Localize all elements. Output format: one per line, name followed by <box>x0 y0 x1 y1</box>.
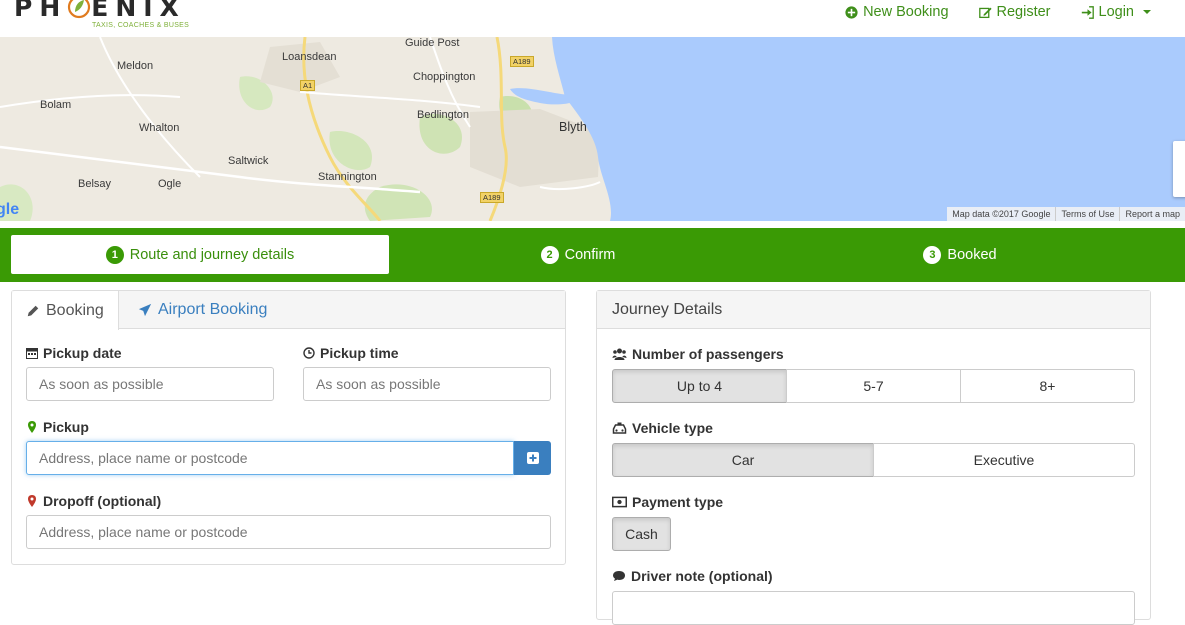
journey-details-heading: Journey Details <box>597 291 1150 329</box>
map[interactable]: Guide Post Meldon Loansdean Choppington … <box>0 37 1185 221</box>
map-marker-icon <box>28 495 36 507</box>
brand-name-post: ENIX <box>91 0 186 22</box>
taxi-icon <box>612 422 627 434</box>
pickup-input[interactable] <box>26 441 514 475</box>
road-shield: A189 <box>480 192 504 203</box>
edit-icon <box>978 7 992 18</box>
booking-tabs: Booking Airport Booking <box>12 291 565 330</box>
pencil-icon <box>27 305 39 316</box>
map-place-label: Loansdean <box>282 51 337 63</box>
map-attribution: Map data ©2017 Google <box>952 209 1051 219</box>
zoom-control[interactable] <box>1173 141 1185 197</box>
map-place-label: Bolam <box>40 99 72 111</box>
plane-icon <box>138 303 152 317</box>
sign-in-icon <box>1081 5 1094 19</box>
step-route[interactable]: 1 Route and journey details <box>11 235 389 274</box>
tab-booking-label: Booking <box>46 301 104 319</box>
step-number: 1 <box>105 245 124 264</box>
users-icon <box>612 348 627 360</box>
map-place-label: Whalton <box>139 122 180 134</box>
pickup-time-input[interactable] <box>303 367 551 401</box>
plus-square-icon <box>526 452 539 464</box>
step-confirm[interactable]: 2 Confirm <box>389 235 767 274</box>
map-place-label: Ogle <box>158 178 182 190</box>
register-label: Register <box>996 4 1051 20</box>
driver-note-label: Driver note (optional) <box>612 568 773 584</box>
leaf-logo-icon <box>68 0 91 19</box>
step-label: Confirm <box>564 246 616 263</box>
passengers-5-7-button[interactable]: 5-7 <box>786 369 961 403</box>
pickup-date-label: Pickup date <box>26 345 122 361</box>
map-place-label: Bedlington <box>417 109 469 121</box>
plus-circle-icon <box>845 5 858 19</box>
passengers-8-plus-button[interactable]: 8+ <box>960 369 1135 403</box>
map-place-label: Stannington <box>318 171 377 183</box>
map-place-label: Blyth <box>559 120 587 134</box>
new-booking-label: New Booking <box>863 4 949 20</box>
map-place-label: Belsay <box>78 178 112 190</box>
map-footer: Map data ©2017 Google Terms of Use Repor… <box>947 207 1185 221</box>
map-place-label: Choppington <box>413 71 476 83</box>
new-booking-link[interactable]: New Booking <box>845 4 949 20</box>
road-shield: A1 <box>300 80 316 91</box>
payment-type-button-group: Cash <box>612 517 671 551</box>
step-booked[interactable]: 3 Booked <box>771 235 1149 274</box>
navbar: PH ENIX TAXIS, COACHES & BUSES New Bookin… <box>0 0 1185 37</box>
passengers-up-to-4-button[interactable]: Up to 4 <box>612 369 787 403</box>
payment-type-label: Payment type <box>612 494 723 510</box>
calendar-icon <box>26 348 38 359</box>
map-place-label: Guide Post <box>405 37 460 49</box>
report-map-link[interactable]: Report a map <box>1119 207 1185 221</box>
vehicle-type-label: Vehicle type <box>612 420 713 436</box>
step-label: Booked <box>947 246 997 263</box>
step-label: Route and journey details <box>129 246 295 263</box>
journey-details-panel: Journey Details Number of passengers Up … <box>596 290 1151 625</box>
brand-logo[interactable]: PH ENIX TAXIS, COACHES & BUSES <box>14 0 189 29</box>
booking-steps: 1 Route and journey details 2 Confirm 3 … <box>0 228 1185 282</box>
chevron-down-icon <box>1143 10 1151 14</box>
map-place-label: Meldon <box>117 60 154 72</box>
passengers-label: Number of passengers <box>612 346 784 362</box>
vehicle-type-button-group: Car Executive <box>612 443 1135 477</box>
payment-cash-button[interactable]: Cash <box>612 517 671 551</box>
register-link[interactable]: Register <box>978 4 1051 20</box>
login-dropdown[interactable]: Login <box>1081 4 1151 20</box>
map-marker-icon <box>28 421 36 433</box>
google-logo: gle <box>0 201 20 218</box>
dropoff-input[interactable] <box>26 515 551 549</box>
dropoff-label: Dropoff (optional) <box>26 493 161 509</box>
add-pickup-button[interactable] <box>514 441 551 475</box>
pickup-time-label: Pickup time <box>303 345 399 361</box>
pickup-date-input[interactable] <box>26 367 274 401</box>
map-place-label: Saltwick <box>228 155 269 167</box>
passengers-button-group: Up to 4 5-7 8+ <box>612 369 1135 403</box>
brand-name-pre: PH <box>14 0 68 22</box>
road-shield: A189 <box>510 56 534 67</box>
money-icon <box>612 496 627 508</box>
booking-panel: Booking Airport Booking Pickup date Pick… <box>11 290 566 565</box>
driver-note-input[interactable] <box>612 591 1135 625</box>
vehicle-executive-button[interactable]: Executive <box>873 443 1135 477</box>
tab-booking[interactable]: Booking <box>12 291 119 330</box>
tab-airport-booking[interactable]: Airport Booking <box>124 291 281 329</box>
pickup-label: Pickup <box>26 419 89 435</box>
vehicle-car-button[interactable]: Car <box>612 443 874 477</box>
clock-icon <box>303 347 315 359</box>
brand-tagline: TAXIS, COACHES & BUSES <box>92 22 190 29</box>
step-number: 2 <box>540 245 559 264</box>
login-label: Login <box>1098 4 1134 20</box>
terms-of-use-link[interactable]: Terms of Use <box>1055 207 1119 221</box>
comment-icon <box>613 571 625 581</box>
step-number: 3 <box>923 245 942 264</box>
tab-airport-label: Airport Booking <box>158 301 268 318</box>
